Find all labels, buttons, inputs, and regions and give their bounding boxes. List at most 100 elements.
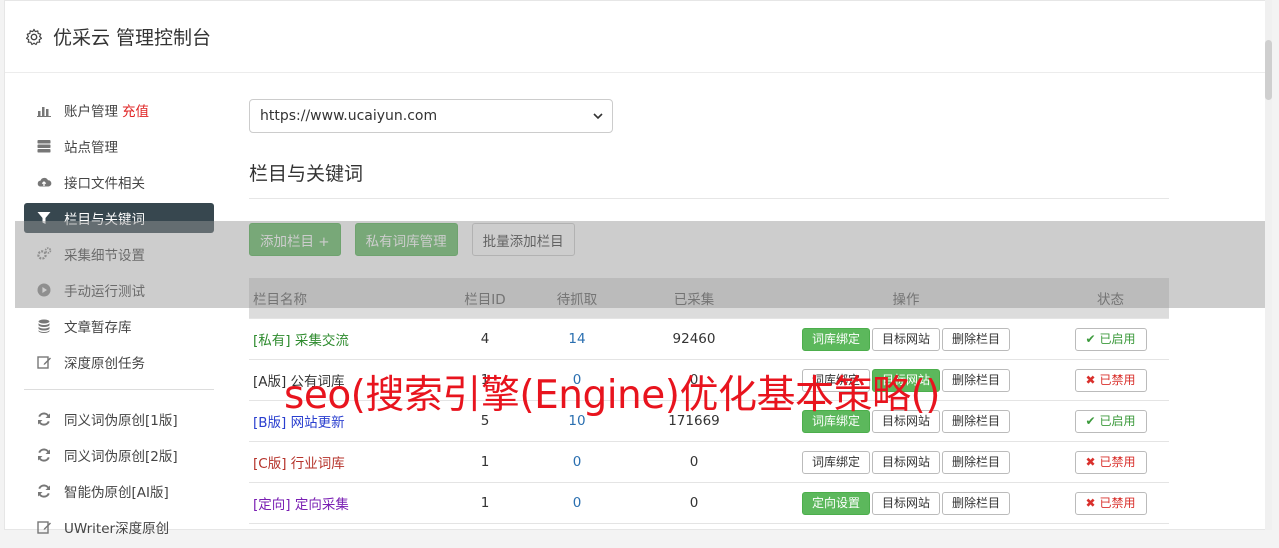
cloud-upload-icon xyxy=(37,177,52,187)
collected-count: 0 xyxy=(628,482,760,524)
add-column-button[interactable]: 添加栏目 + xyxy=(249,223,341,256)
sidebar-item[interactable]: 文章暂存库 xyxy=(24,311,214,341)
status-toggle-button[interactable]: ✖ 已禁用 xyxy=(1074,491,1147,515)
column-id: 4 xyxy=(444,318,526,360)
lexicon-bind-button[interactable]: 定向设置 xyxy=(801,491,870,515)
section-title: 栏目与关键词 xyxy=(249,159,1169,199)
lexicon-bind-button[interactable]: 词库绑定 xyxy=(801,409,870,433)
table-header-row: 栏目名称 栏目ID 待抓取 已采集 操作 状态 xyxy=(249,278,1169,319)
sidebar-item[interactable]: 栏目与关键词 xyxy=(24,203,214,233)
sidebar-item-label: 深度原创任务 xyxy=(64,356,145,372)
database-icon xyxy=(38,319,50,333)
column-id: 1 xyxy=(444,482,526,524)
column-name[interactable]: [私有] 采集交流 xyxy=(249,318,444,360)
delete-column-button[interactable]: 删除栏目 xyxy=(942,327,1011,351)
collected-count: 92460 xyxy=(628,318,760,360)
col-header-name: 栏目名称 xyxy=(249,278,444,319)
lexicon-bind-button[interactable]: 词库绑定 xyxy=(801,368,870,392)
status-label: 已启用 xyxy=(1099,413,1136,428)
target-site-button[interactable]: 目标网站 xyxy=(871,409,940,433)
table-row: [私有] 采集交流 4 14 92460 词库绑定 目标网站 删除栏目 ✔ 已启用 xyxy=(249,318,1169,360)
page-scrollbar[interactable] xyxy=(1265,0,1272,530)
ops-cell: 词库绑定 目标网站 删除栏目 xyxy=(760,359,1052,401)
status-toggle-button[interactable]: ✔ 已启用 xyxy=(1074,327,1147,351)
status-label: 已禁用 xyxy=(1099,495,1136,510)
sidebar-item[interactable]: UWriter深度原创 xyxy=(24,512,214,542)
sidebar-item-label: 接口文件相关 xyxy=(64,176,145,192)
site-select-value: https://www.ucaiyun.com xyxy=(260,108,438,124)
ops-cell: 词库绑定 目标网站 删除栏目 xyxy=(760,318,1052,360)
sidebar-item[interactable]: 接口文件相关 xyxy=(24,167,214,197)
status-toggle-button[interactable]: ✔ 已启用 xyxy=(1074,409,1147,433)
target-site-button[interactable]: 目标网站 xyxy=(871,327,940,351)
page-title: 优采云 管理控制台 xyxy=(53,27,212,49)
pending-count: 0 xyxy=(526,359,628,401)
sidebar-item[interactable]: 深度原创任务 xyxy=(24,347,214,377)
refresh-icon xyxy=(38,484,50,498)
pending-count: 0 xyxy=(526,482,628,524)
table-row: [定向] 定向采集 1 0 0 定向设置 目标网站 删除栏目 ✖ 已禁用 xyxy=(249,482,1169,524)
sidebar-item[interactable]: 账户管理 充值 xyxy=(24,95,214,125)
batch-add-column-button[interactable]: 批量添加栏目 xyxy=(471,223,575,256)
collected-count: 0 xyxy=(628,441,760,483)
main-content: https://www.ucaiyun.com 栏目与关键词 添加栏目 + 私有… xyxy=(249,99,1169,524)
console-header: 优采云 管理控制台 xyxy=(5,1,1271,73)
target-site-button[interactable]: 目标网站 xyxy=(871,450,940,474)
ops-cell: 词库绑定 目标网站 删除栏目 xyxy=(760,400,1052,442)
lexicon-bind-button[interactable]: 词库绑定 xyxy=(801,327,870,351)
sidebar-item-label: 同义词伪原创[2版] xyxy=(64,449,178,465)
lexicon-bind-button[interactable]: 词库绑定 xyxy=(801,450,870,474)
sidebar-item-label: 智能伪原创[AI版] xyxy=(64,485,169,501)
target-site-button[interactable]: 目标网站 xyxy=(871,368,940,392)
delete-column-button[interactable]: 删除栏目 xyxy=(942,368,1011,392)
column-name[interactable]: [定向] 定向采集 xyxy=(249,482,444,524)
sidebar-item-label: 同义词伪原创[1版] xyxy=(64,413,178,429)
pending-count: 10 xyxy=(526,400,628,442)
column-name[interactable]: [B版] 网站更新 xyxy=(249,400,444,442)
delete-column-button[interactable]: 删除栏目 xyxy=(942,450,1011,474)
sidebar-divider xyxy=(24,389,214,390)
column-id: 5 xyxy=(444,400,526,442)
sidebar-item[interactable]: 同义词伪原创[1版] xyxy=(24,404,214,434)
sidebar-item[interactable]: 站点管理 xyxy=(24,131,214,161)
sidebar-nav: 账户管理 充值站点管理接口文件相关栏目与关键词采集细节设置 手动运行测试 文章暂存库深… xyxy=(24,95,214,548)
target-site-button[interactable]: 目标网站 xyxy=(871,491,940,515)
status-toggle-button[interactable]: ✖ 已禁用 xyxy=(1074,368,1147,392)
table-row: [B版] 网站更新 5 10 171669 词库绑定 目标网站 删除栏目 ✔ 已启用 xyxy=(249,400,1169,442)
private-lexicon-button[interactable]: 私有词库管理 xyxy=(354,223,458,256)
column-name[interactable]: [C版] 行业词库 xyxy=(249,441,444,483)
close-icon: ✖ xyxy=(1085,454,1096,469)
bar-chart-icon xyxy=(37,107,51,117)
sidebar-item[interactable]: 手动运行测试 xyxy=(24,275,214,305)
columns-table: 栏目名称 栏目ID 待抓取 已采集 操作 状态 [私有] 采集交流 4 14 9246… xyxy=(249,278,1169,524)
scrollbar-thumb[interactable] xyxy=(1265,40,1272,100)
site-select[interactable]: https://www.ucaiyun.com xyxy=(249,99,613,133)
col-header-pending: 待抓取 xyxy=(526,278,628,319)
server-icon xyxy=(37,140,51,153)
sidebar-item-label: 文章暂存库 xyxy=(64,320,132,336)
delete-column-button[interactable]: 删除栏目 xyxy=(942,409,1011,433)
sidebar-item[interactable]: 采集细节设置 xyxy=(24,239,214,269)
sidebar-item-label: 手动运行测试 xyxy=(64,284,145,300)
column-name[interactable]: [A版] 公有词库 xyxy=(249,359,444,401)
status-cell: ✖ 已禁用 xyxy=(1052,359,1169,401)
status-label: 已禁用 xyxy=(1099,372,1136,387)
close-icon: ✖ xyxy=(1085,495,1096,510)
collected-count: 0 xyxy=(628,359,760,401)
col-header-collected: 已采集 xyxy=(628,278,760,319)
sidebar-item-label: 采集细节设置 xyxy=(64,248,145,264)
delete-column-button[interactable]: 删除栏目 xyxy=(942,491,1011,515)
refresh-icon xyxy=(38,412,50,426)
sidebar-item-label: UWriter深度原创 xyxy=(64,521,170,537)
status-toggle-button[interactable]: ✖ 已禁用 xyxy=(1074,450,1147,474)
check-icon: ✔ xyxy=(1085,413,1096,428)
sidebar-item[interactable]: 智能伪原创[AI版] xyxy=(24,476,214,506)
sidebar-item[interactable]: 同义词伪原创[2版] xyxy=(24,440,214,470)
sidebar-item-label: 站点管理 xyxy=(64,140,118,156)
table-row: [A版] 公有词库 1 0 0 词库绑定 目标网站 删除栏目 ✖ 已禁用 xyxy=(249,359,1169,401)
collected-count: 171669 xyxy=(628,400,760,442)
col-header-ops: 操作 xyxy=(760,278,1052,319)
recharge-link[interactable]: 充值 xyxy=(122,100,149,120)
status-label: 已禁用 xyxy=(1099,454,1136,469)
col-header-id: 栏目ID xyxy=(444,278,526,319)
